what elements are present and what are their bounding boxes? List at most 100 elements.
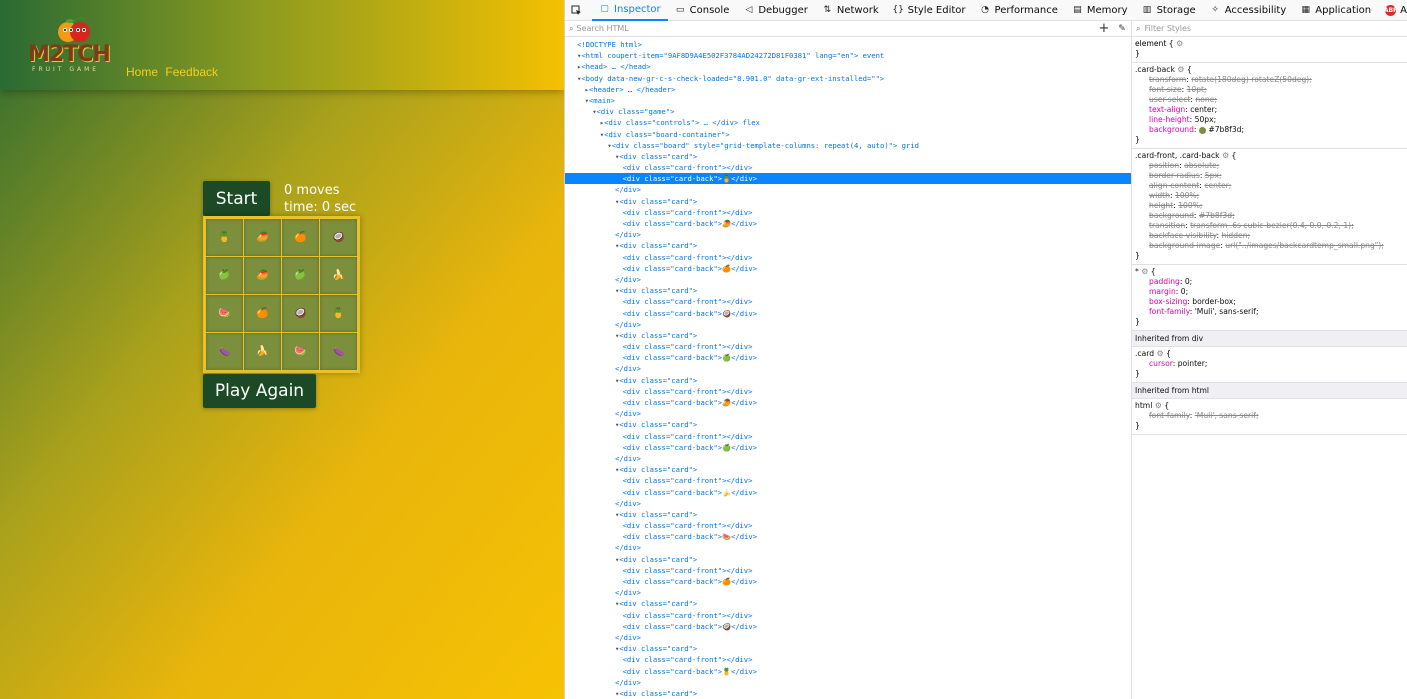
card-front-node[interactable]: <div class="card-front"></div>	[565, 296, 1131, 307]
card-back-node[interactable]: <div class="card-back">🥥</div>	[565, 308, 1131, 319]
card[interactable]: 🥭	[244, 257, 281, 294]
tab-accessibility[interactable]: ✧ Accessibility	[1203, 0, 1294, 21]
board-node[interactable]: ▾<div class="board" style="grid-template…	[565, 140, 1131, 151]
card-node[interactable]: ▾<div class="card">	[565, 688, 1131, 699]
style-declaration[interactable]: width: 100%;	[1135, 191, 1405, 201]
head-node[interactable]: ▸<head> … </head>	[565, 61, 1131, 72]
card-front-node[interactable]: <div class="card-front"></div>	[565, 252, 1131, 263]
eyedropper-icon[interactable]: ✎	[1113, 24, 1131, 34]
card-front-node[interactable]: <div class="card-front"></div>	[565, 386, 1131, 397]
rule-selector[interactable]: element {	[1135, 39, 1174, 48]
body-node[interactable]: ▾<body data-new-gr-c-s-check-loaded="8.9…	[565, 73, 1131, 84]
card-back-node[interactable]: <div class="card-back">🥭</div>	[565, 218, 1131, 229]
card-front-node[interactable]: <div class="card-front"></div>	[565, 520, 1131, 531]
gear-icon[interactable]: ⚙	[1177, 65, 1184, 74]
card-close-node[interactable]: </div>	[565, 498, 1131, 509]
card[interactable]: 🍏	[206, 257, 243, 294]
card-back-node[interactable]: <div class="card-back">🍍</div>	[565, 173, 1131, 185]
card-front-node[interactable]: <div class="card-front"></div>	[565, 610, 1131, 621]
tab-style-editor[interactable]: {} Style Editor	[886, 0, 973, 21]
html-search-input[interactable]: Search HTML	[576, 24, 1095, 33]
rule-selector[interactable]: *	[1135, 267, 1139, 276]
color-swatch[interactable]	[1198, 126, 1206, 134]
card-close-node[interactable]: </div>	[565, 184, 1131, 195]
tab-adblock-plus[interactable]: ABPAdblock Plus	[1378, 0, 1407, 21]
style-declaration[interactable]: backface-visibility: hidden;	[1135, 231, 1405, 241]
card-close-node[interactable]: </div>	[565, 408, 1131, 419]
card[interactable]: 🥭	[244, 219, 281, 256]
card-node[interactable]: ▾<div class="card">	[565, 375, 1131, 386]
card-back-node[interactable]: <div class="card-back">🍌</div>	[565, 487, 1131, 498]
rule-selector[interactable]: .card	[1135, 349, 1154, 358]
style-declaration[interactable]: line-height: 50px;	[1135, 115, 1405, 125]
card-front-node[interactable]: <div class="card-front"></div>	[565, 207, 1131, 218]
card[interactable]: 🍏	[282, 257, 319, 294]
card[interactable]: 🍉	[206, 295, 243, 332]
card-close-node[interactable]: </div>	[565, 677, 1131, 688]
card[interactable]: 🍍	[206, 219, 243, 256]
card-front-node[interactable]: <div class="card-front"></div>	[565, 654, 1131, 665]
card-front-node[interactable]: <div class="card-front"></div>	[565, 162, 1131, 173]
card-front-node[interactable]: <div class="card-front"></div>	[565, 431, 1131, 442]
card[interactable]: 🍊	[244, 295, 281, 332]
nav-feedback-link[interactable]: Feedback	[165, 65, 218, 79]
card-close-node[interactable]: </div>	[565, 319, 1131, 330]
style-declaration[interactable]: cursor: pointer;	[1135, 359, 1405, 369]
card-back-node[interactable]: <div class="card-back">🍉</div>	[565, 531, 1131, 542]
style-declaration[interactable]: box-sizing: border-box;	[1135, 297, 1405, 307]
card-front-node[interactable]: <div class="card-front"></div>	[565, 341, 1131, 352]
style-declaration[interactable]: border-radius: 5px;	[1135, 171, 1405, 181]
card-front-node[interactable]: <div class="card-front"></div>	[565, 475, 1131, 486]
style-declaration[interactable]: background: #7b8f3d;	[1135, 125, 1405, 135]
tab-debugger[interactable]: ◁ Debugger	[736, 0, 815, 21]
style-declaration[interactable]: margin: 0;	[1135, 287, 1405, 297]
rule-selector[interactable]: .card-back	[1135, 65, 1175, 74]
board-container-node[interactable]: ▾<div class="board-container">	[565, 129, 1131, 140]
nav-home-link[interactable]: Home	[126, 65, 158, 79]
logo[interactable]: M2TCH FRUIT GAME	[28, 16, 120, 74]
card-back-node[interactable]: <div class="card-back">🥭</div>	[565, 397, 1131, 408]
card-node[interactable]: ▾<div class="card">	[565, 285, 1131, 296]
style-declaration[interactable]: height: 100%;	[1135, 201, 1405, 211]
tab-inspector[interactable]: ▢ Inspector	[592, 0, 668, 21]
card-node[interactable]: ▾<div class="card">	[565, 151, 1131, 162]
add-node-icon[interactable]: +	[1095, 21, 1113, 36]
card-node[interactable]: ▾<div class="card">	[565, 464, 1131, 475]
card-close-node[interactable]: </div>	[565, 542, 1131, 553]
gear-icon[interactable]: ⚙	[1141, 267, 1148, 276]
filter-styles-input[interactable]: Filter Styles	[1144, 24, 1191, 33]
controls-node[interactable]: ▸<div class="controls"> … </div> flex	[565, 117, 1131, 128]
card-node[interactable]: ▾<div class="card">	[565, 598, 1131, 609]
style-declaration[interactable]: align-content: center;	[1135, 181, 1405, 191]
rule-selector[interactable]: .card-front, .card-back	[1135, 151, 1220, 160]
card-node[interactable]: ▾<div class="card">	[565, 509, 1131, 520]
card-node[interactable]: ▾<div class="card">	[565, 196, 1131, 207]
doctype-node[interactable]: <!DOCTYPE html>	[565, 39, 1131, 50]
style-declaration[interactable]: text-align: center;	[1135, 105, 1405, 115]
style-declaration[interactable]: font-family: 'Muli', sans-serif;	[1135, 411, 1405, 421]
card[interactable]: 🍆	[320, 333, 357, 370]
tab-storage[interactable]: ▥ Storage	[1135, 0, 1203, 21]
header-node[interactable]: ▸<header> … </header>	[565, 84, 1131, 95]
card[interactable]: 🥥	[320, 219, 357, 256]
card-back-node[interactable]: <div class="card-back">🍍</div>	[565, 666, 1131, 677]
card-node[interactable]: ▾<div class="card">	[565, 643, 1131, 654]
card-close-node[interactable]: </div>	[565, 274, 1131, 285]
card-back-node[interactable]: <div class="card-back">🍊</div>	[565, 576, 1131, 587]
gear-icon[interactable]: ⚙	[1176, 39, 1183, 48]
style-declaration[interactable]: padding: 0;	[1135, 277, 1405, 287]
card-node[interactable]: ▾<div class="card">	[565, 554, 1131, 565]
card-front-node[interactable]: <div class="card-front"></div>	[565, 565, 1131, 576]
tab-application[interactable]: ▦ Application	[1293, 0, 1378, 21]
card-back-node[interactable]: <div class="card-back">🍏</div>	[565, 352, 1131, 363]
style-declaration[interactable]: background: #7b8f3d;	[1135, 211, 1405, 221]
card-close-node[interactable]: </div>	[565, 229, 1131, 240]
gear-icon[interactable]: ⚙	[1155, 401, 1162, 410]
card-node[interactable]: ▾<div class="card">	[565, 240, 1131, 251]
style-declaration[interactable]: transform: rotate(180deg) rotateZ(50deg)…	[1135, 75, 1405, 85]
card-close-node[interactable]: </div>	[565, 587, 1131, 598]
card[interactable]: 🍉	[282, 333, 319, 370]
card-close-node[interactable]: </div>	[565, 632, 1131, 643]
main-node[interactable]: ▾<main>	[565, 95, 1131, 106]
game-div-node[interactable]: ▾<div class="game">	[565, 106, 1131, 117]
